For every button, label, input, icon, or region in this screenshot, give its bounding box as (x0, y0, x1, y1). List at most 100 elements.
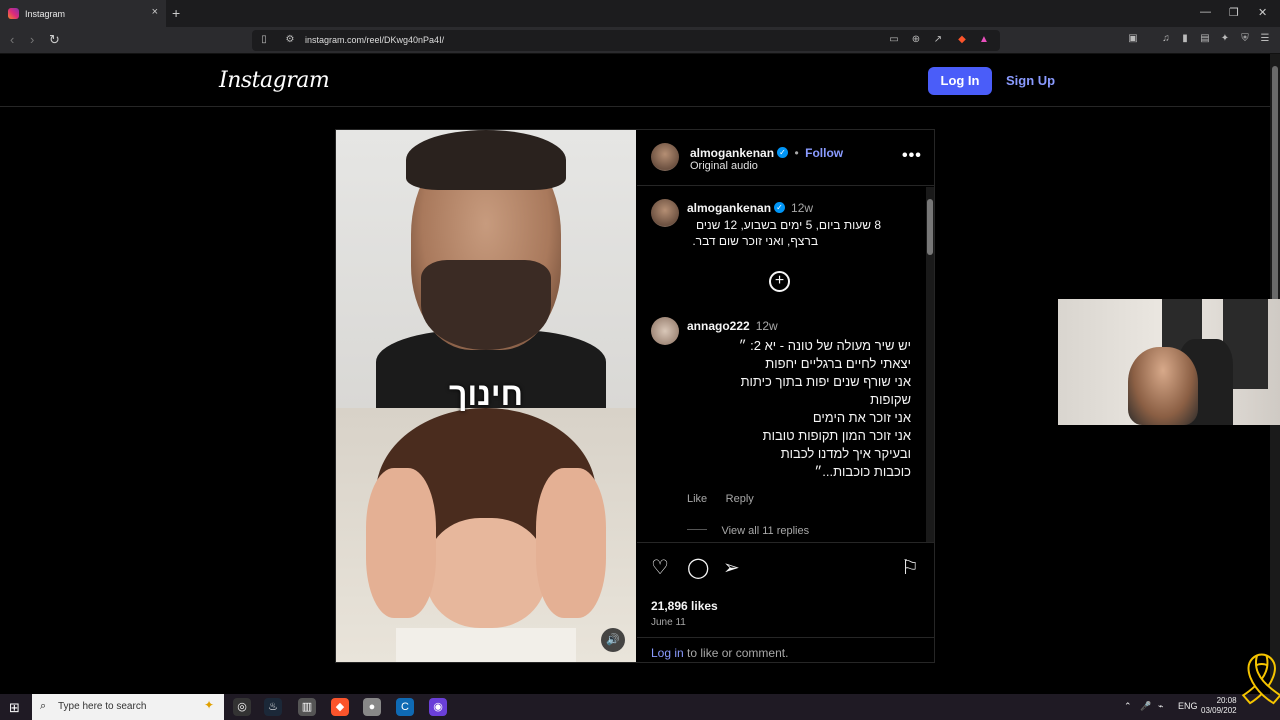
minimize-button[interactable]: — (1200, 6, 1211, 18)
windows-start-icon[interactable]: ⊞ (9, 700, 20, 716)
comment-time: 12w (755, 319, 778, 333)
search-highlight-icon: ✦ (204, 698, 215, 712)
author-username[interactable]: almogankenan (690, 146, 774, 160)
more-options-icon[interactable]: ••• (902, 147, 922, 165)
comment-line: שקופות (870, 392, 911, 407)
instagram-header: Instagram Log In Sign Up (0, 54, 1270, 107)
taskbar-app-icon[interactable]: ▥ (298, 698, 316, 716)
login-link[interactable]: Log in (651, 646, 684, 660)
load-more-comments-icon[interactable]: + (769, 271, 790, 292)
reload-icon[interactable]: ↻ (49, 32, 60, 48)
comment-line: אני זוכר את הימים (812, 410, 911, 425)
taskbar-search[interactable]: ⌕ Type here to search ✦ (32, 694, 224, 720)
tab-title: Instagram (25, 8, 66, 19)
comment-icon[interactable]: ◯ (687, 555, 709, 580)
video-girl-shirt (396, 628, 576, 662)
close-window-button[interactable]: ✕ (1258, 6, 1267, 19)
comment-reply-button[interactable]: Reply (726, 493, 754, 505)
video-hand-right (536, 468, 606, 618)
comments-scrollbar-thumb[interactable] (927, 199, 933, 255)
separator-dot: • (794, 146, 799, 160)
scrollbar-thumb[interactable] (1272, 66, 1278, 316)
author-avatar[interactable] (651, 143, 679, 171)
tab-close-icon[interactable]: × (152, 6, 158, 18)
instagram-favicon-icon (8, 8, 19, 19)
back-icon[interactable]: ‹ (10, 32, 14, 47)
comment-line: אני שורף שנים יפות בתוך כיתות (740, 374, 911, 389)
login-prompt: Log in to like or comment. (637, 637, 934, 668)
windows-taskbar: ⊞ ⌕ Type here to search ✦ ◎ ♨ ▥ ◆ ● C ◉ … (0, 694, 1280, 720)
reader-icon[interactable]: ▮ (1179, 33, 1191, 45)
caption-time: 12w (791, 201, 814, 215)
yellow-ribbon-icon: 🎗 (1230, 651, 1280, 707)
tray-chevron-icon[interactable]: ⌃ (1124, 701, 1132, 712)
address-bar[interactable]: ▯ ⚙ instagram.com/reel/DKwg40nPa4I/ ▭ ⊕ … (252, 30, 1000, 51)
forward-icon[interactable]: › (30, 32, 34, 47)
caption-avatar[interactable] (651, 199, 679, 227)
restore-button[interactable]: ❐ (1229, 6, 1239, 19)
brave-shield-icon[interactable]: ◆ (956, 34, 968, 46)
comments-scrollbar[interactable] (926, 187, 934, 542)
caption-line: 8 שעות ביום, 5 ימים בשבוע, 12 שנים (695, 218, 881, 232)
search-icon: ⌕ (40, 700, 47, 712)
video-hair (406, 130, 566, 190)
caption-block: almogankenan ✓ 12w 8 שעות ביום, 5 ימים בשב… (687, 199, 917, 249)
taskbar-app-icon[interactable]: ◉ (429, 698, 447, 716)
comment-like-button[interactable]: Like (687, 493, 707, 505)
taskbar-app-icon[interactable]: ● (363, 698, 381, 716)
microphone-icon[interactable]: 🎤 (1140, 701, 1151, 712)
new-tab-button[interactable]: + (172, 5, 180, 21)
commenter-avatar[interactable] (651, 317, 679, 345)
video-top-frame (336, 130, 636, 410)
video-overlay-text: חינוך (449, 376, 523, 412)
taskbar-app-icon[interactable]: C (396, 698, 414, 716)
post-header: almogankenan ✓ • Follow Original audio ••… (637, 130, 934, 186)
video-beard (421, 260, 551, 350)
taskbar-app-icon[interactable]: ◎ (233, 698, 251, 716)
steam-icon[interactable]: ♨ (264, 698, 282, 716)
comment-line: יצאתי לחיים ברגליים יחפות (765, 356, 911, 371)
video-hand-left (366, 468, 436, 618)
reel-video[interactable]: חינוך 🔊 (336, 130, 636, 662)
comment-line: אני זוכר המון תקופות טובות (762, 428, 911, 443)
network-icon[interactable]: ⌁ (1158, 701, 1163, 712)
vpn-icon[interactable]: ⛨ (1239, 33, 1251, 45)
rewards-icon[interactable]: ▲ (978, 34, 990, 46)
audio-label[interactable]: Original audio (690, 160, 758, 172)
view-replies-button[interactable]: View all 11 replies (721, 525, 809, 537)
verified-badge-icon: ✓ (777, 147, 789, 159)
comment-line: יש שיר מעולה של טונה - יא 2: ״ (738, 338, 911, 353)
share-icon[interactable]: ↗ (932, 34, 944, 46)
leo-ai-icon[interactable]: ✦ (1219, 33, 1231, 45)
sidebar-panel-icon[interactable]: ▣ (1127, 33, 1139, 45)
zoom-icon[interactable]: ⊕ (910, 34, 922, 46)
wallet-icon[interactable]: ▤ (1199, 33, 1211, 45)
menu-icon[interactable]: ☰ (1259, 33, 1271, 45)
reel-post: חינוך 🔊 almogankenan ✓ • Follow Original … (335, 129, 935, 663)
post-date[interactable]: June 11 (651, 617, 686, 628)
caption-username[interactable]: almogankenan (687, 201, 771, 215)
brave-browser-icon[interactable]: ◆ (331, 698, 349, 716)
comment-username[interactable]: annago222 (687, 319, 750, 333)
media-icon[interactable]: ♫ (1160, 33, 1172, 45)
likes-count[interactable]: 21,896 likes (651, 599, 718, 613)
like-heart-icon[interactable]: ♡ (651, 555, 669, 580)
instagram-logo[interactable]: Instagram (219, 68, 330, 93)
webcam-overlay (1058, 299, 1280, 425)
replies-divider (687, 529, 707, 531)
login-prompt-text: to like or comment. (683, 646, 789, 660)
url-text[interactable]: instagram.com/reel/DKwg40nPa4I/ (305, 35, 444, 45)
site-info-icon[interactable]: ⚙ (284, 34, 296, 46)
browser-tab[interactable]: Instagram × (0, 0, 166, 27)
bookmark-icon[interactable]: ▯ (258, 34, 270, 46)
language-indicator[interactable]: ENG (1178, 701, 1198, 711)
taskbar-search-input[interactable]: Type here to search (58, 701, 146, 712)
signup-link[interactable]: Sign Up (1006, 73, 1055, 88)
mute-toggle-icon[interactable]: 🔊 (601, 628, 625, 652)
login-button[interactable]: Log In (928, 67, 992, 95)
browser-tabbar: Instagram × + — ❐ ✕ (0, 0, 1280, 27)
follow-button[interactable]: Follow (805, 146, 843, 160)
save-bookmark-icon[interactable]: ⚐ (901, 555, 919, 580)
share-send-icon[interactable]: ➢ (723, 555, 740, 580)
cast-icon[interactable]: ▭ (888, 34, 900, 46)
